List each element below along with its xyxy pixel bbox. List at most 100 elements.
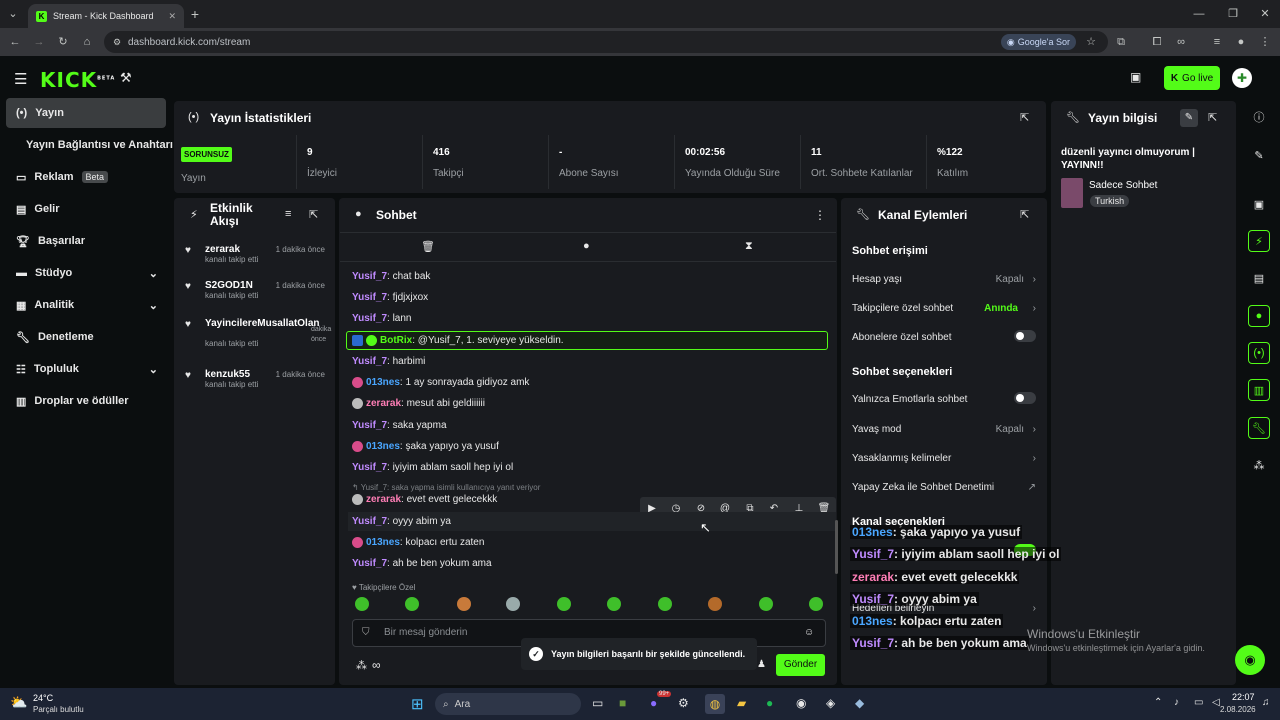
chat-message[interactable]: 013nes: şaka yapıyo ya yusuf xyxy=(352,441,499,452)
sidebar-item-gelir[interactable]: ▤ Gelir xyxy=(6,194,166,224)
chat-message[interactable]: Yusif_7: lann xyxy=(352,313,412,324)
chat-username[interactable]: Yusif_7 xyxy=(352,516,387,527)
subs-chat-toggle[interactable] xyxy=(1014,330,1036,342)
tray-chevron-icon[interactable]: ⌃ xyxy=(1154,697,1162,708)
chat-username[interactable]: 013nes xyxy=(366,441,400,452)
github-icon[interactable]: ◉ xyxy=(796,696,806,710)
theater-mode-icon[interactable]: ▣ xyxy=(1130,70,1141,84)
chat-bubble-icon[interactable]: ● xyxy=(583,240,590,252)
weather-temp[interactable]: 24°C xyxy=(33,693,53,703)
infinity-icon[interactable]: ∞ xyxy=(372,658,381,672)
sidebar-item-basarilar[interactable]: 🏆︎ Başarılar xyxy=(6,226,166,256)
kick-logo[interactable]: KICKBETA xyxy=(40,68,115,92)
filter-icon[interactable]: ≡ xyxy=(285,208,291,220)
help-chat-button[interactable]: ◉ xyxy=(1235,645,1265,675)
chat-username[interactable]: Yusif_7 xyxy=(352,420,387,431)
chat-message[interactable]: BotRix: @Yusif_7, 1. seviyeye yükseldin. xyxy=(352,335,564,346)
popout-icon[interactable]: ⇱ xyxy=(1208,111,1217,124)
lightning-icon[interactable]: ⚡︎ xyxy=(1248,230,1270,252)
followers-chat-row[interactable]: Takipçilere özel sohbet Anında › xyxy=(852,303,1038,314)
emoji-icon[interactable]: ☺ xyxy=(804,627,814,638)
browser-menu-icon[interactable]: ⋮ xyxy=(1258,35,1272,49)
weather-icon[interactable]: ⛅ xyxy=(10,694,27,711)
user-avatar[interactable]: ✚ xyxy=(1232,68,1252,88)
link-icon[interactable]: ∞ xyxy=(1174,35,1188,49)
chat-message[interactable]: 013nes: kolpacı ertu zaten xyxy=(352,537,484,548)
minimize-icon[interactable]: — xyxy=(1192,7,1206,21)
chat-username[interactable]: zerarak xyxy=(366,494,401,505)
url-field[interactable]: ⚙ dashboard.kick.com/stream ◉ Google'a So… xyxy=(104,31,1108,53)
davinci-icon[interactable]: ◈ xyxy=(826,696,835,710)
hourglass-icon[interactable]: ⧗ xyxy=(745,240,753,253)
minecraft-icon[interactable]: ■ xyxy=(619,696,626,710)
sidebar-item-stream-key[interactable]: Yayın Bağlantısı ve Anahtarı xyxy=(16,130,176,160)
emote-icon[interactable] xyxy=(809,597,823,611)
more-options-icon[interactable]: ⋮ xyxy=(814,208,826,222)
trash-icon[interactable]: 🗑︎ xyxy=(421,240,435,253)
chat-message[interactable]: Yusif_7: oyyy abim ya xyxy=(352,516,451,527)
chat-username[interactable]: Yusif_7 xyxy=(352,292,387,303)
sidebar-item-droplar[interactable]: ▥ Droplar ve ödüller xyxy=(6,386,166,416)
windows-start-icon[interactable]: ⊞ xyxy=(411,695,424,713)
home-icon[interactable]: ⌂ xyxy=(80,35,94,49)
emote-icon[interactable] xyxy=(658,597,672,611)
notification-bell-icon[interactable]: ♫ xyxy=(1262,697,1270,708)
microphone-icon[interactable]: ♪ xyxy=(1174,697,1179,708)
google-ask-button[interactable]: ◉ Google'a Sor xyxy=(1000,34,1076,50)
chat-bubble-icon[interactable]: ● xyxy=(1248,305,1270,327)
chat-message[interactable]: Yusif_7: ah be ben yokum ama xyxy=(352,558,492,569)
chat-message[interactable]: Yusif_7: fjdjxjxox xyxy=(352,292,428,303)
sidebar-item-yayin[interactable]: (•) Yayın xyxy=(6,98,166,128)
info-icon[interactable]: ⓘ xyxy=(1248,106,1270,128)
spotify-icon[interactable]: ● xyxy=(766,696,773,710)
new-tab-icon[interactable]: + xyxy=(188,7,202,21)
emote-icon[interactable] xyxy=(708,597,722,611)
emote-icon[interactable] xyxy=(607,597,621,611)
chat-message[interactable]: 013nes: 1 ay sonrayada gidiyoz amk xyxy=(352,377,529,388)
slow-mode-row[interactable]: Yavaş mod Kapalı › xyxy=(852,424,1038,435)
dots-icon[interactable]: ⁂ xyxy=(1248,454,1270,476)
chat-username[interactable]: Yusif_7 xyxy=(352,313,387,324)
chat-message[interactable]: Yusif_7: iyiyim ablam saoll hep iyi ol xyxy=(352,462,513,473)
emote-icon[interactable] xyxy=(557,597,571,611)
edit-icon[interactable]: ✎ xyxy=(1248,144,1270,166)
emote-icon[interactable] xyxy=(506,597,520,611)
banned-words-row[interactable]: Yasaklanmış kelimeler › xyxy=(852,453,1038,464)
settings-dots-icon[interactable]: ⁂ xyxy=(356,659,367,672)
chat-message[interactable]: zerarak: mesut abi geldiiiiii xyxy=(352,398,485,409)
popout-icon[interactable]: ⇱ xyxy=(1020,111,1029,124)
ai-moderation-row[interactable]: Yapay Zeka ile Sohbet Denetimi ↗ xyxy=(852,482,1038,493)
chat-username[interactable]: Yusif_7 xyxy=(352,271,387,282)
task-view-icon[interactable]: ▭ xyxy=(592,696,603,710)
maximize-icon[interactable]: ❐ xyxy=(1226,7,1240,21)
bookmark-star-icon[interactable]: ☆ xyxy=(1084,35,1098,49)
emote-icon[interactable] xyxy=(759,597,773,611)
reload-icon[interactable]: ↻ xyxy=(56,35,70,49)
close-window-icon[interactable]: ✕ xyxy=(1258,7,1272,21)
emote-only-toggle[interactable] xyxy=(1014,392,1036,404)
sidebar-item-studyo[interactable]: ▬ Stüdyo ⌄ xyxy=(6,258,166,288)
sidebar-item-analitik[interactable]: ▦ Analitik ⌄ xyxy=(6,290,166,320)
site-info-icon[interactable]: ⚙ xyxy=(110,35,124,49)
emote-icon[interactable] xyxy=(355,597,369,611)
tools-icon[interactable]: ⚒ xyxy=(120,70,132,86)
edit-icon[interactable]: ✎ xyxy=(1180,109,1198,127)
steam-icon[interactable]: ⚙ xyxy=(678,696,689,710)
emote-icon[interactable] xyxy=(457,597,471,611)
chat-message[interactable]: Yusif_7: chat bak xyxy=(352,271,430,282)
chat-username[interactable]: Yusif_7 xyxy=(352,356,387,367)
close-tab-icon[interactable]: ✕ xyxy=(168,11,176,22)
layout-icon[interactable]: ▥ xyxy=(1248,379,1270,401)
app-icon[interactable]: ◆ xyxy=(855,696,864,710)
account-age-row[interactable]: Hesap yaşı Kapalı › xyxy=(852,274,1038,285)
profile-avatar[interactable]: ● xyxy=(1234,35,1248,49)
extensions-icon[interactable]: ⧉ xyxy=(1114,35,1128,49)
back-icon[interactable]: ← xyxy=(8,35,22,49)
chat-message[interactable]: zerarak: evet evett gelecekkk xyxy=(352,494,497,505)
taskbar-search[interactable]: ⌕ Ara xyxy=(435,693,581,715)
chat-message[interactable]: Yusif_7: harbimi xyxy=(352,356,425,367)
user-icon[interactable]: ♟ xyxy=(757,659,766,670)
chat-username[interactable]: 013nes xyxy=(366,377,400,388)
cast-icon[interactable]: ⧠ xyxy=(1150,35,1164,49)
chat-username[interactable]: BotRix xyxy=(380,335,412,346)
